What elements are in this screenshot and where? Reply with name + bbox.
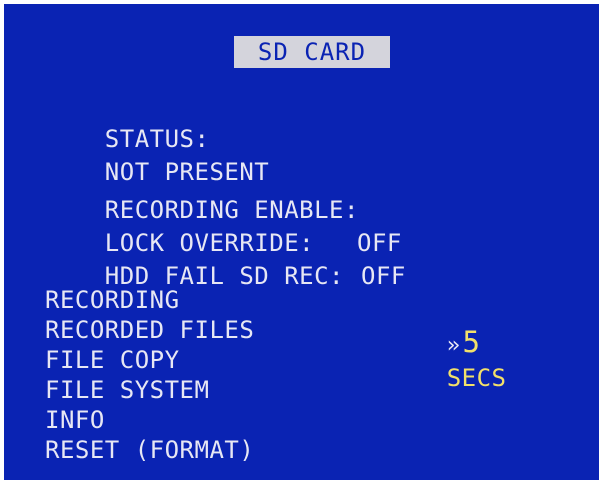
menu-item-reset-format[interactable]: RESET (FORMAT) <box>45 435 254 465</box>
hdd-fail-sd-rec-value[interactable]: »5 SECS <box>357 293 507 428</box>
hdd-fail-seconds-unit: SECS <box>446 364 507 392</box>
lock-override-value[interactable]: OFF <box>361 260 406 293</box>
menu-item-file-copy[interactable]: FILE COPY <box>45 345 254 375</box>
menu-item-recording[interactable]: RECORDING <box>45 285 254 315</box>
recording-enable-value[interactable]: OFF <box>357 227 402 260</box>
status-label: STATUS: <box>104 125 210 153</box>
submenu-list: RECORDING RECORDED FILES FILE COPY FILE … <box>45 285 254 465</box>
menu-item-recorded-files[interactable]: RECORDED FILES <box>45 315 254 345</box>
page-title: SD CARD <box>234 36 390 68</box>
osd-screen: SD CARD STATUS: NOT PRESENT RECORDING EN… <box>4 4 599 480</box>
menu-item-info[interactable]: INFO <box>45 405 254 435</box>
hdd-fail-seconds-number[interactable]: 5 <box>462 325 480 359</box>
menu-item-file-system[interactable]: FILE SYSTEM <box>45 375 254 405</box>
selection-arrow-icon: » <box>446 333 461 358</box>
